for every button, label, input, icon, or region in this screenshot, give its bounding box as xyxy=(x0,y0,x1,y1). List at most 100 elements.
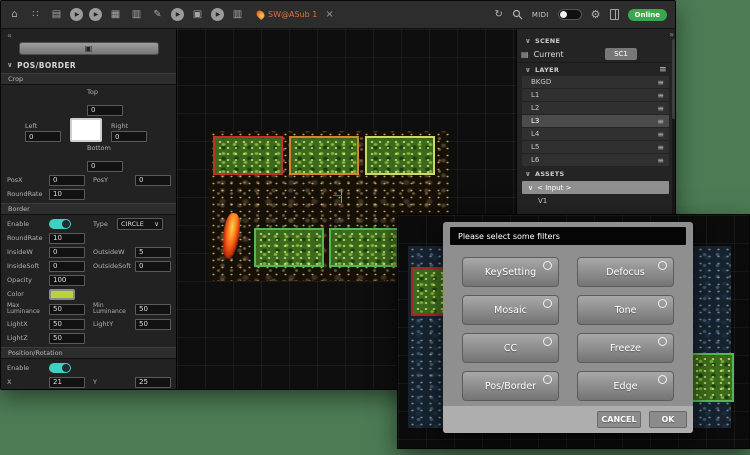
play-icon-3[interactable]: ▶ xyxy=(171,8,184,21)
radio-circle-icon[interactable] xyxy=(543,337,552,346)
border-type-select[interactable]: CIRCLE ∨ xyxy=(117,218,163,230)
layer-row-l6[interactable]: L6 ≡ xyxy=(522,154,669,166)
radio-circle-icon[interactable] xyxy=(658,261,667,270)
maxlum-input[interactable] xyxy=(49,303,85,315)
drag-handle-icon[interactable]: ≡ xyxy=(657,130,664,139)
layer-thumbnail-orange[interactable] xyxy=(289,136,359,175)
radio-circle-icon[interactable] xyxy=(543,299,552,308)
filter-button-mosaic[interactable]: Mosaic xyxy=(462,295,559,325)
home-icon[interactable]: ⌂ xyxy=(7,7,22,22)
monitor-grid-icon[interactable]: ▤ xyxy=(49,7,64,22)
layer-row-l2[interactable]: L2 ≡ xyxy=(522,102,669,114)
toolbar-right: ↻ MIDI ⚙ Online xyxy=(495,8,670,21)
play-icon-4[interactable]: ▶ xyxy=(211,8,224,21)
layer-menu-icon[interactable]: ≡ xyxy=(659,65,667,75)
panel-collapse-left-icon[interactable]: « xyxy=(7,31,170,40)
y-input[interactable] xyxy=(135,376,171,388)
assets-section-header[interactable]: ∨ ASSETS xyxy=(517,167,675,180)
panel-layout-icon[interactable] xyxy=(609,9,619,20)
posborder-section-header[interactable]: ∨ POS/BORDER xyxy=(7,60,170,70)
layer-section-header[interactable]: ∨ LAYER ≡ xyxy=(517,63,675,76)
drag-handle-icon[interactable]: ≡ xyxy=(657,91,664,100)
lightz-input[interactable] xyxy=(49,332,85,344)
filter-button-keysetting[interactable]: KeySetting xyxy=(462,257,559,287)
crop-left-input[interactable] xyxy=(25,131,61,142)
ok-button[interactable]: OK xyxy=(649,411,687,428)
layer-thumbnail-green-1[interactable] xyxy=(254,228,324,267)
minlum-input[interactable] xyxy=(135,303,171,315)
filter-button-tone[interactable]: Tone xyxy=(577,295,674,325)
posrot-enable-toggle[interactable] xyxy=(49,363,71,373)
assets-input-group[interactable]: ∨ < Input > xyxy=(522,181,669,194)
opacity-input[interactable] xyxy=(49,274,85,286)
border-color-swatch[interactable] xyxy=(49,288,75,300)
search-icon[interactable] xyxy=(512,9,523,20)
crop-right-input[interactable] xyxy=(111,131,147,142)
posy-input[interactable] xyxy=(135,174,171,186)
midi-toggle[interactable] xyxy=(557,9,582,20)
drag-handle-icon[interactable]: ≡ xyxy=(657,143,664,152)
layer-thumbnail-green-2[interactable] xyxy=(329,228,399,267)
flame-icon xyxy=(254,8,267,21)
input-group-label: < Input > xyxy=(537,183,572,192)
outsidesoft-input[interactable] xyxy=(135,260,171,272)
w2-layer-thumbnail-green[interactable] xyxy=(690,353,734,402)
radio-circle-icon[interactable] xyxy=(658,337,667,346)
filter-button-cc[interactable]: CC xyxy=(462,333,559,363)
radio-circle-icon[interactable] xyxy=(658,299,667,308)
play-icon-1[interactable]: ▶ xyxy=(70,8,83,21)
strip-icon[interactable]: ▥ xyxy=(129,7,144,22)
outsidew-input[interactable] xyxy=(135,246,171,258)
lighty-input[interactable] xyxy=(135,318,171,330)
assets-title: ASSETS xyxy=(534,169,565,178)
layer-row-l3[interactable]: L3 ≡ xyxy=(522,115,669,127)
tab-sw-asub1[interactable]: SW@ASub 1 × xyxy=(254,8,334,21)
filter-button-freeze[interactable]: Freeze xyxy=(577,333,674,363)
scrollbar-thumb[interactable] xyxy=(672,39,675,119)
layer-row-bkgd[interactable]: BKGD ≡ xyxy=(522,76,669,88)
lightx-input[interactable] xyxy=(49,318,85,330)
scene-sc1-button[interactable]: SC1 xyxy=(605,48,637,60)
drag-handle-icon[interactable]: ≡ xyxy=(657,117,664,126)
insidesoft-input[interactable] xyxy=(49,260,85,272)
chevron-down-icon: ∨ xyxy=(525,169,531,178)
drag-handle-icon[interactable]: ≡ xyxy=(657,78,664,87)
scene-section-header[interactable]: ∨ SCENE xyxy=(517,35,675,46)
cancel-button[interactable]: CANCEL xyxy=(597,411,641,428)
pip-icon[interactable]: ▣ xyxy=(190,7,205,22)
grid-icon[interactable]: ▦ xyxy=(108,7,123,22)
layer-thumbnail-red[interactable] xyxy=(213,136,283,175)
insidew-input[interactable] xyxy=(49,246,85,258)
layer-row-l4[interactable]: L4 ≡ xyxy=(522,128,669,140)
refresh-icon[interactable]: ↻ xyxy=(495,9,503,20)
filter-button-posborder[interactable]: Pos/Border xyxy=(462,371,559,401)
crop-top-input[interactable] xyxy=(87,104,123,116)
tree-view-icon[interactable]: ∷ xyxy=(28,7,43,22)
layer-thumbnail-yellow[interactable] xyxy=(365,136,435,175)
play-icon-2[interactable]: ▶ xyxy=(89,8,102,21)
asset-item-v1[interactable]: V1 xyxy=(522,195,669,207)
posx-input[interactable] xyxy=(49,174,85,186)
layer-row-l1[interactable]: L1 ≡ xyxy=(522,89,669,101)
tab-close-icon[interactable]: × xyxy=(325,9,333,20)
strip-icon-2[interactable]: ▥ xyxy=(230,7,245,22)
border-enable-toggle[interactable] xyxy=(49,219,71,229)
radio-circle-icon[interactable] xyxy=(543,261,552,270)
filter-button-defocus[interactable]: Defocus xyxy=(577,257,674,287)
brush-icon[interactable]: ✎ xyxy=(150,7,165,22)
chevron-down-icon: ∨ xyxy=(7,61,14,69)
filter-button-edge[interactable]: Edge xyxy=(577,371,674,401)
crop-bottom-input[interactable] xyxy=(87,160,123,172)
radio-circle-icon[interactable] xyxy=(658,375,667,384)
panel-display-button[interactable]: ▣ xyxy=(18,42,159,55)
drag-handle-icon[interactable]: ≡ xyxy=(657,104,664,113)
border-roundrate-input[interactable] xyxy=(49,232,85,244)
gear-icon[interactable]: ⚙ xyxy=(591,8,601,21)
chevron-down-icon: ∨ xyxy=(525,36,531,45)
online-status-badge: Online xyxy=(627,8,667,21)
x-input[interactable] xyxy=(49,376,85,388)
crop-roundrate-input[interactable] xyxy=(49,188,85,200)
drag-handle-icon[interactable]: ≡ xyxy=(657,156,664,165)
layer-row-l5[interactable]: L5 ≡ xyxy=(522,141,669,153)
radio-circle-icon[interactable] xyxy=(543,375,552,384)
